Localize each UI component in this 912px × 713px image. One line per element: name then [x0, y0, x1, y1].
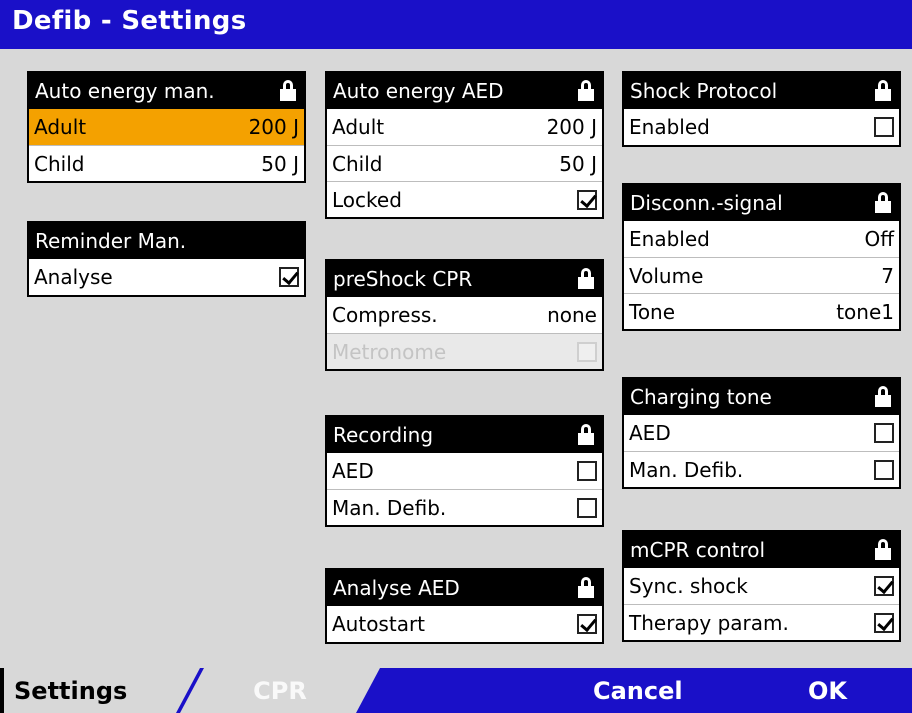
row-charging-aed[interactable]: AED [624, 415, 899, 451]
row-volume[interactable]: Volume 7 [624, 257, 899, 293]
row-shock-enabled[interactable]: Enabled [624, 109, 899, 145]
row-autostart[interactable]: Autostart [327, 606, 602, 642]
row-tone[interactable]: Tone tone1 [624, 293, 899, 329]
row-adult-energy[interactable]: Adult 200 J [29, 109, 304, 145]
panel-shock-protocol: Shock Protocol Enabled [622, 71, 901, 147]
row-child-energy[interactable]: Child 50 J [29, 145, 304, 181]
softkey-bar: CPR Settings Cancel OK [0, 668, 912, 713]
lock-icon [875, 192, 891, 214]
panel-charging-tone: Charging tone AED Man. Defib. [622, 377, 901, 489]
row-adult-energy[interactable]: Adult 200 J [327, 109, 602, 145]
row-metronome: Metronome [327, 333, 602, 369]
panel-reminder-man: Reminder Man. Analyse [27, 221, 306, 297]
panel-auto-energy-aed: Auto energy AED Adult 200 J Child 50 J L… [325, 71, 604, 219]
row-compress[interactable]: Compress. none [327, 297, 602, 333]
panel-disconn-signal: Disconn.-signal Enabled Off Volume 7 Ton… [622, 183, 901, 331]
panel-header: Auto energy man. [29, 73, 304, 109]
ok-button[interactable]: OK [808, 668, 847, 713]
panel-header: Recording [327, 417, 602, 453]
lock-icon [578, 424, 594, 446]
lock-icon [875, 386, 891, 408]
lock-icon [578, 80, 594, 102]
tab-cpr[interactable]: CPR [180, 668, 380, 713]
checkbox-metronome [577, 341, 597, 362]
row-locked[interactable]: Locked [327, 181, 602, 217]
cancel-button[interactable]: Cancel [593, 668, 683, 713]
checkbox-sync-shock[interactable] [874, 576, 894, 596]
row-analyse[interactable]: Analyse [29, 259, 304, 295]
panel-header: preShock CPR [327, 261, 602, 297]
row-sync-shock[interactable]: Sync. shock [624, 568, 899, 604]
panel-header: Auto energy AED [327, 73, 602, 109]
panel-header: Reminder Man. [29, 223, 304, 259]
checkbox-analyse[interactable] [279, 267, 299, 287]
row-recording-man-defib[interactable]: Man. Defib. [327, 489, 602, 525]
lock-icon [280, 80, 296, 102]
panel-preshock-cpr: preShock CPR Compress. none Metronome [325, 259, 604, 371]
checkbox-charging-man-defib[interactable] [874, 459, 894, 480]
checkbox-charging-aed[interactable] [874, 423, 894, 443]
panel-header: Shock Protocol [624, 73, 899, 109]
checkbox-therapy-param[interactable] [874, 612, 894, 633]
page-title: Defib - Settings [12, 6, 247, 36]
row-child-energy[interactable]: Child 50 J [327, 145, 602, 181]
lock-icon [875, 539, 891, 561]
row-therapy-param[interactable]: Therapy param. [624, 604, 899, 640]
panel-mcpr-control: mCPR control Sync. shock Therapy param. [622, 530, 901, 642]
row-disconn-enabled[interactable]: Enabled Off [624, 221, 899, 257]
panel-recording: Recording AED Man. Defib. [325, 415, 604, 527]
panel-header: Analyse AED [327, 570, 602, 606]
lock-icon [578, 268, 594, 290]
panel-header: Charging tone [624, 379, 899, 415]
row-charging-man-defib[interactable]: Man. Defib. [624, 451, 899, 487]
panel-auto-energy-man: Auto energy man. Adult 200 J Child 50 J [27, 71, 306, 183]
title-bar: Defib - Settings [0, 0, 912, 49]
checkbox-locked[interactable] [577, 189, 597, 210]
panel-header: Disconn.-signal [624, 185, 899, 221]
lock-icon [578, 577, 594, 599]
checkbox-recording-man-defib[interactable] [577, 497, 597, 518]
panel-header: mCPR control [624, 532, 899, 568]
checkbox-autostart[interactable] [577, 614, 597, 634]
checkbox-shock-enabled[interactable] [874, 117, 894, 137]
panel-analyse-aed: Analyse AED Autostart [325, 568, 604, 644]
row-recording-aed[interactable]: AED [327, 453, 602, 489]
checkbox-recording-aed[interactable] [577, 461, 597, 481]
lock-icon [875, 80, 891, 102]
tab-settings[interactable]: Settings [0, 668, 200, 713]
